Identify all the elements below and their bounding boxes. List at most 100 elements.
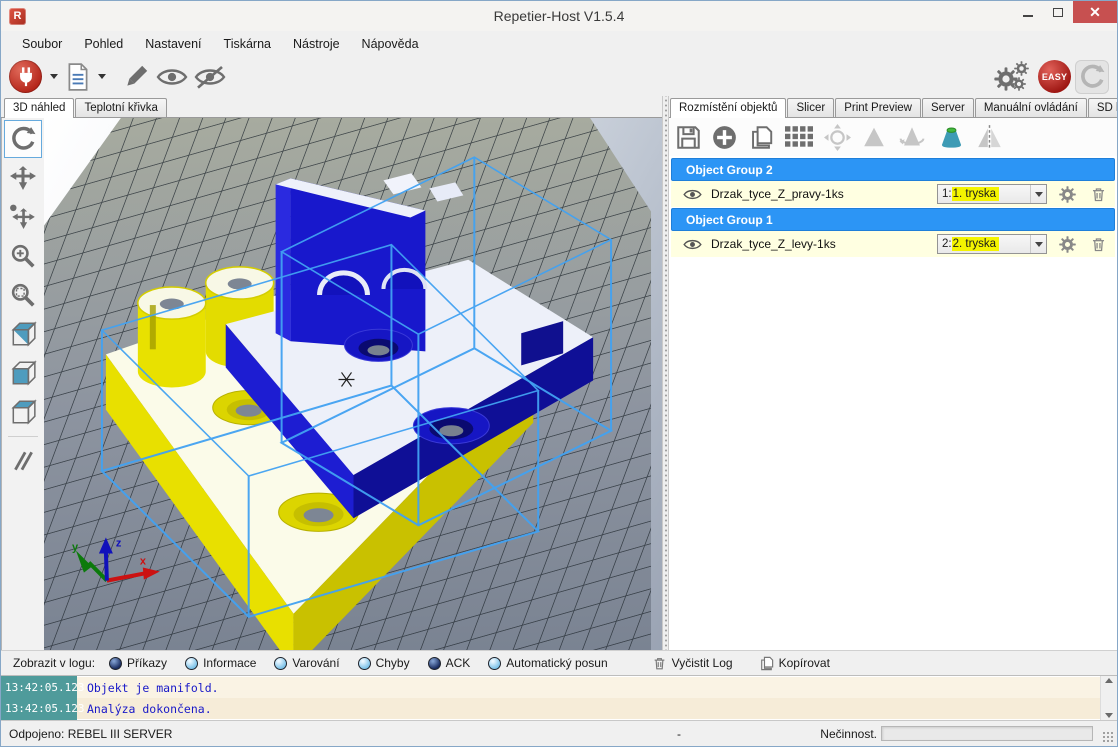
- log-timestamp: 13:42:05.123: [5, 698, 75, 719]
- view-toolbar: [2, 118, 44, 650]
- tab-manualni-ovladani[interactable]: Manuální ovládání: [975, 98, 1087, 117]
- toggle-chyby[interactable]: Chyby: [358, 656, 410, 670]
- emergency-stop-button[interactable]: [1075, 60, 1109, 94]
- toggle-varovani[interactable]: Varování: [274, 656, 339, 670]
- panel-splitter[interactable]: [662, 96, 669, 650]
- save-objects-button[interactable]: [676, 125, 701, 150]
- autoposition-button[interactable]: [785, 126, 813, 148]
- visibility-eye-icon[interactable]: [683, 188, 702, 201]
- extruder-select[interactable]: 1:1. tryska: [937, 184, 1047, 204]
- zoom-view-button[interactable]: [4, 237, 42, 275]
- tab-3d-nahled[interactable]: 3D náhled: [4, 98, 74, 118]
- isometric-cube-icon: [9, 320, 37, 348]
- center-object-button[interactable]: [824, 124, 851, 151]
- visibility-eye-icon[interactable]: [683, 238, 702, 251]
- parallel-projection-button[interactable]: [4, 442, 42, 480]
- scroll-down-icon[interactable]: [1105, 713, 1113, 718]
- menu-tiskarna[interactable]: Tiskárna: [213, 33, 282, 55]
- extruder-name: 2. tryska: [952, 237, 999, 251]
- toggle-ball-light: [358, 657, 371, 670]
- menu-nastaveni[interactable]: Nastavení: [134, 33, 212, 55]
- object-toolbar: [669, 118, 1117, 156]
- toggle-automaticky-posun[interactable]: Automatický posun: [488, 656, 607, 670]
- title-bar[interactable]: R Repetier-Host V1.5.4 ✕: [1, 1, 1117, 31]
- minimize-button[interactable]: [1013, 1, 1043, 23]
- clear-log-button[interactable]: Vyčistit Log: [652, 656, 733, 671]
- toggle-prikazy[interactable]: Příkazy: [109, 656, 167, 670]
- axis-label-x: x: [140, 555, 147, 567]
- scroll-up-icon[interactable]: [1105, 678, 1113, 683]
- printer-settings-gears-icon[interactable]: [994, 61, 1034, 93]
- right-pane: Rozmístění objektů Slicer Print Preview …: [669, 96, 1117, 650]
- mirror-object-button[interactable]: [976, 125, 1003, 150]
- load-file-icon[interactable]: [66, 63, 90, 91]
- object-delete-button[interactable]: [1087, 186, 1109, 203]
- connection-status: Odpojeno: REBEL III SERVER: [9, 727, 172, 741]
- toggle-ball-light: [488, 657, 501, 670]
- copy-icon: [761, 657, 772, 669]
- fit-view-icon: [13, 285, 33, 305]
- tab-sd-karta[interactable]: SD karta: [1088, 98, 1118, 117]
- fit-view-button[interactable]: [4, 276, 42, 314]
- maximize-button[interactable]: [1043, 1, 1073, 23]
- connect-printer-button[interactable]: [9, 60, 42, 93]
- rotate-view-button[interactable]: [4, 120, 42, 158]
- tab-print-preview[interactable]: Print Preview: [835, 98, 921, 117]
- parallel-projection-icon: [15, 452, 31, 469]
- log-scrollbar[interactable]: [1100, 676, 1117, 720]
- tab-server[interactable]: Server: [922, 98, 974, 117]
- scale-object-button[interactable]: [862, 125, 886, 149]
- eye-icon[interactable]: [156, 66, 188, 88]
- copy-object-button[interactable]: [748, 125, 774, 150]
- app-window: R Repetier-Host V1.5.4 ✕ Soubor Pohled N…: [0, 0, 1118, 747]
- toggle-informace[interactable]: Informace: [185, 656, 256, 670]
- toggle-ball-light: [185, 657, 198, 670]
- status-bar: Odpojeno: REBEL III SERVER - Nečinnost.: [1, 720, 1117, 746]
- cut-object-button[interactable]: [938, 125, 965, 150]
- menu-napoveda[interactable]: Nápověda: [351, 33, 430, 55]
- object-delete-button[interactable]: [1087, 236, 1109, 253]
- 3d-scene: y z x: [44, 118, 662, 650]
- resize-grip[interactable]: [1102, 731, 1114, 743]
- log-output[interactable]: Objekt je manifold. Analýza dokončena. 1…: [1, 675, 1117, 720]
- object-settings-button[interactable]: [1056, 186, 1078, 203]
- tab-teplotni-krivka[interactable]: Teplotní křivka: [75, 98, 167, 117]
- connect-dropdown-caret[interactable]: [50, 74, 58, 79]
- gear-icon: [1059, 236, 1075, 252]
- top-view-button[interactable]: [4, 393, 42, 431]
- extruder-name: 1. tryska: [952, 187, 999, 201]
- pencil-icon[interactable]: [122, 63, 150, 91]
- minimize-icon: [1023, 15, 1033, 17]
- object-group-header[interactable]: Object Group 1: [671, 208, 1115, 231]
- front-view-button[interactable]: [4, 354, 42, 392]
- axis-label-y: y: [72, 541, 79, 553]
- eye-off-icon[interactable]: [194, 65, 226, 89]
- object-row[interactable]: Drzak_tyce_Z_levy-1ks 2:2. tryska: [671, 231, 1115, 257]
- move-view-button[interactable]: [4, 159, 42, 197]
- object-row[interactable]: Drzak_tyce_Z_pravy-1ks 1:1. tryska: [671, 181, 1115, 207]
- object-group-header[interactable]: Object Group 2: [671, 158, 1115, 181]
- activity-status: Nečinnost.: [820, 727, 877, 741]
- add-object-button[interactable]: [712, 125, 737, 150]
- menu-nastroje[interactable]: Nástroje: [282, 33, 351, 55]
- load-dropdown-caret[interactable]: [98, 74, 106, 79]
- toggle-ball-light: [274, 657, 287, 670]
- move-object-button[interactable]: [4, 198, 42, 236]
- easy-mode-button[interactable]: EASY: [1038, 60, 1071, 93]
- left-pane: 3D náhled Teplotní křivka: [1, 96, 662, 650]
- menu-soubor[interactable]: Soubor: [11, 33, 73, 55]
- menu-pohled[interactable]: Pohled: [73, 33, 134, 55]
- 3d-viewport[interactable]: y z x: [44, 118, 662, 650]
- toggle-ack[interactable]: ACK: [428, 656, 471, 670]
- object-settings-button[interactable]: [1056, 236, 1078, 253]
- isometric-view-button[interactable]: [4, 315, 42, 353]
- log-timestamp: 13:42:05.123: [5, 677, 75, 698]
- close-button[interactable]: ✕: [1073, 1, 1117, 23]
- tab-rozmisteni-objektu[interactable]: Rozmístění objektů: [670, 98, 786, 118]
- extruder-select[interactable]: 2:2. tryska: [937, 234, 1047, 254]
- tab-slicer[interactable]: Slicer: [787, 98, 834, 117]
- copy-log-button[interactable]: Kopírovat: [759, 656, 830, 671]
- rotate-object-button[interactable]: [897, 125, 927, 150]
- main-toolbar: EASY: [1, 57, 1117, 96]
- log-filter-label: Zobrazit v logu:: [13, 656, 95, 670]
